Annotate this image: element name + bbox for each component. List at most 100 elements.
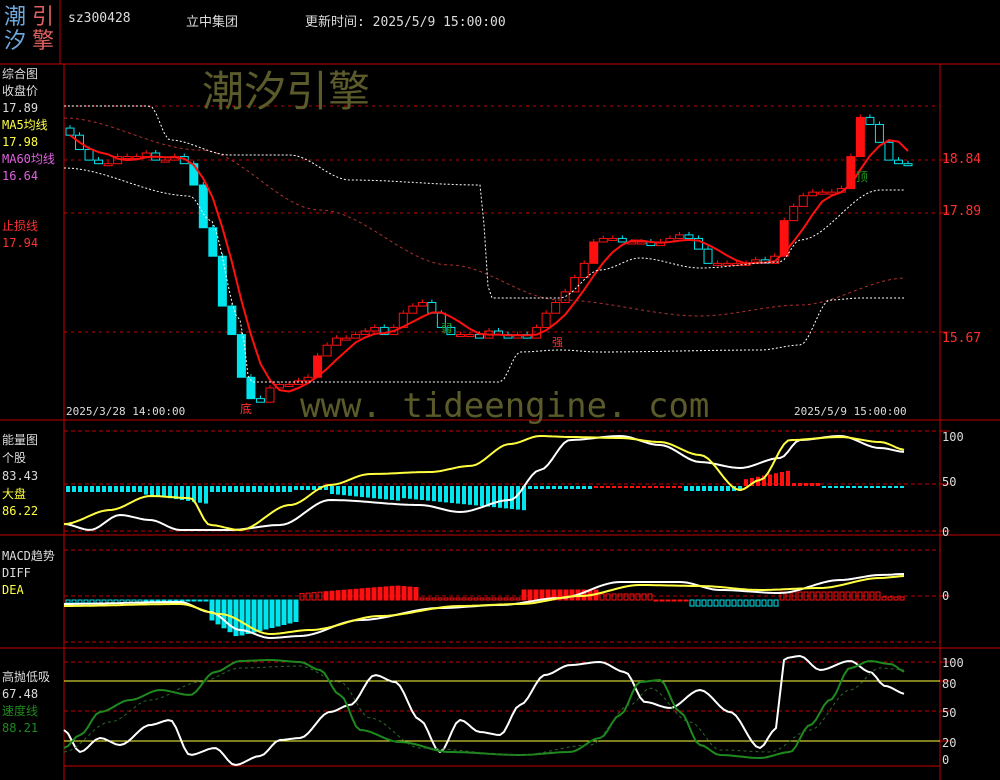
candle <box>579 262 589 279</box>
macd-bar <box>695 599 701 607</box>
stock-energy-value: 83.43 <box>2 469 39 483</box>
macd-tick: 0 <box>942 589 950 603</box>
macd-bar <box>281 599 287 625</box>
macd-bar <box>881 596 887 601</box>
macd-bar <box>719 599 725 607</box>
candle <box>474 334 484 339</box>
energy-bar <box>72 486 76 492</box>
macd-bar <box>485 597 491 601</box>
macd-bar <box>635 593 641 601</box>
candle <box>808 191 818 197</box>
energy-bar <box>210 486 214 492</box>
candle <box>855 116 865 158</box>
energy-bar <box>786 470 790 486</box>
energy-bar <box>690 486 694 491</box>
candle <box>636 241 646 245</box>
energy-bar <box>144 486 148 495</box>
candle <box>65 127 75 136</box>
energy-bar <box>198 486 202 503</box>
macd-bar <box>443 597 449 601</box>
candle <box>789 205 799 222</box>
energy-bar <box>582 486 586 489</box>
energy-bar <box>714 486 718 491</box>
energy-bar <box>564 486 568 489</box>
energy-bar <box>648 486 652 488</box>
macd-bar <box>893 596 899 601</box>
macd-bar <box>371 587 377 601</box>
energy-bar <box>516 486 520 510</box>
candle <box>684 234 694 239</box>
macd-bar <box>665 599 671 602</box>
energy-bar <box>420 486 424 500</box>
candle <box>884 141 894 161</box>
watermark-title: 潮汐引擎 <box>202 67 371 116</box>
macd-bar <box>395 585 401 601</box>
stop-value: 17.94 <box>2 236 39 250</box>
energy-bar <box>882 486 886 488</box>
energy-bar <box>768 474 772 486</box>
macd-bar <box>731 599 737 607</box>
candle <box>417 302 427 307</box>
energy-bar <box>432 486 436 502</box>
energy-bar <box>666 486 670 488</box>
panel3-title: MACD趋势 <box>2 549 55 563</box>
energy-bar <box>606 486 610 488</box>
macd-bar <box>419 597 425 601</box>
macd-bar <box>449 597 455 601</box>
candle <box>351 334 361 339</box>
macd-bar <box>737 599 743 607</box>
candle <box>189 163 199 186</box>
energy-bar <box>402 486 406 499</box>
macd-bar <box>191 599 197 602</box>
macd-bar <box>401 586 407 601</box>
macd-bar <box>143 599 149 602</box>
ma5-value: 17.98 <box>2 135 39 149</box>
candle <box>255 398 265 403</box>
ma5-label: MA5均线 <box>2 118 48 132</box>
energy-bar <box>258 486 262 492</box>
macd-bar <box>179 599 185 602</box>
candle <box>674 234 684 239</box>
candle <box>122 156 132 160</box>
close-value: 17.89 <box>2 101 39 115</box>
energy-bar <box>450 486 454 503</box>
macd-bar <box>641 593 647 601</box>
energy-bar <box>552 486 556 489</box>
candle <box>903 163 913 167</box>
candle <box>217 255 227 307</box>
macd-bar <box>425 597 431 601</box>
date-end: 2025/5/9 15:00:00 <box>794 405 907 418</box>
energy-bar <box>858 486 862 488</box>
energy-bar <box>336 486 340 495</box>
macd-bar <box>431 597 437 601</box>
macd-bar <box>293 599 299 622</box>
energy-bar <box>216 486 220 492</box>
energy-bar <box>108 486 112 492</box>
energy-bar <box>702 486 706 491</box>
macd-bar <box>335 590 341 601</box>
ma60-line <box>63 117 905 317</box>
energy-bar <box>252 486 256 492</box>
ma60-value: 16.64 <box>2 169 39 183</box>
energy-bar <box>156 486 160 497</box>
stop-label: 止损线 <box>2 219 39 233</box>
energy-bar <box>306 486 310 490</box>
macd-bar <box>323 591 329 601</box>
macd-bar <box>299 593 305 601</box>
macd-bar <box>215 599 221 625</box>
macd-bar <box>677 599 683 602</box>
macd-bar <box>491 597 497 601</box>
candle <box>541 312 551 328</box>
energy-bar <box>504 486 508 509</box>
energy-bar <box>900 486 904 488</box>
osc-tick: 0 <box>942 753 950 767</box>
candle <box>370 326 380 332</box>
energy-bar <box>888 486 892 488</box>
energy-bar <box>150 486 154 496</box>
macd-bar <box>353 588 359 601</box>
candle <box>332 337 342 346</box>
energy-bar <box>828 486 832 488</box>
candle <box>103 163 113 167</box>
macd-bar <box>767 599 773 607</box>
energy-bar <box>330 486 334 494</box>
